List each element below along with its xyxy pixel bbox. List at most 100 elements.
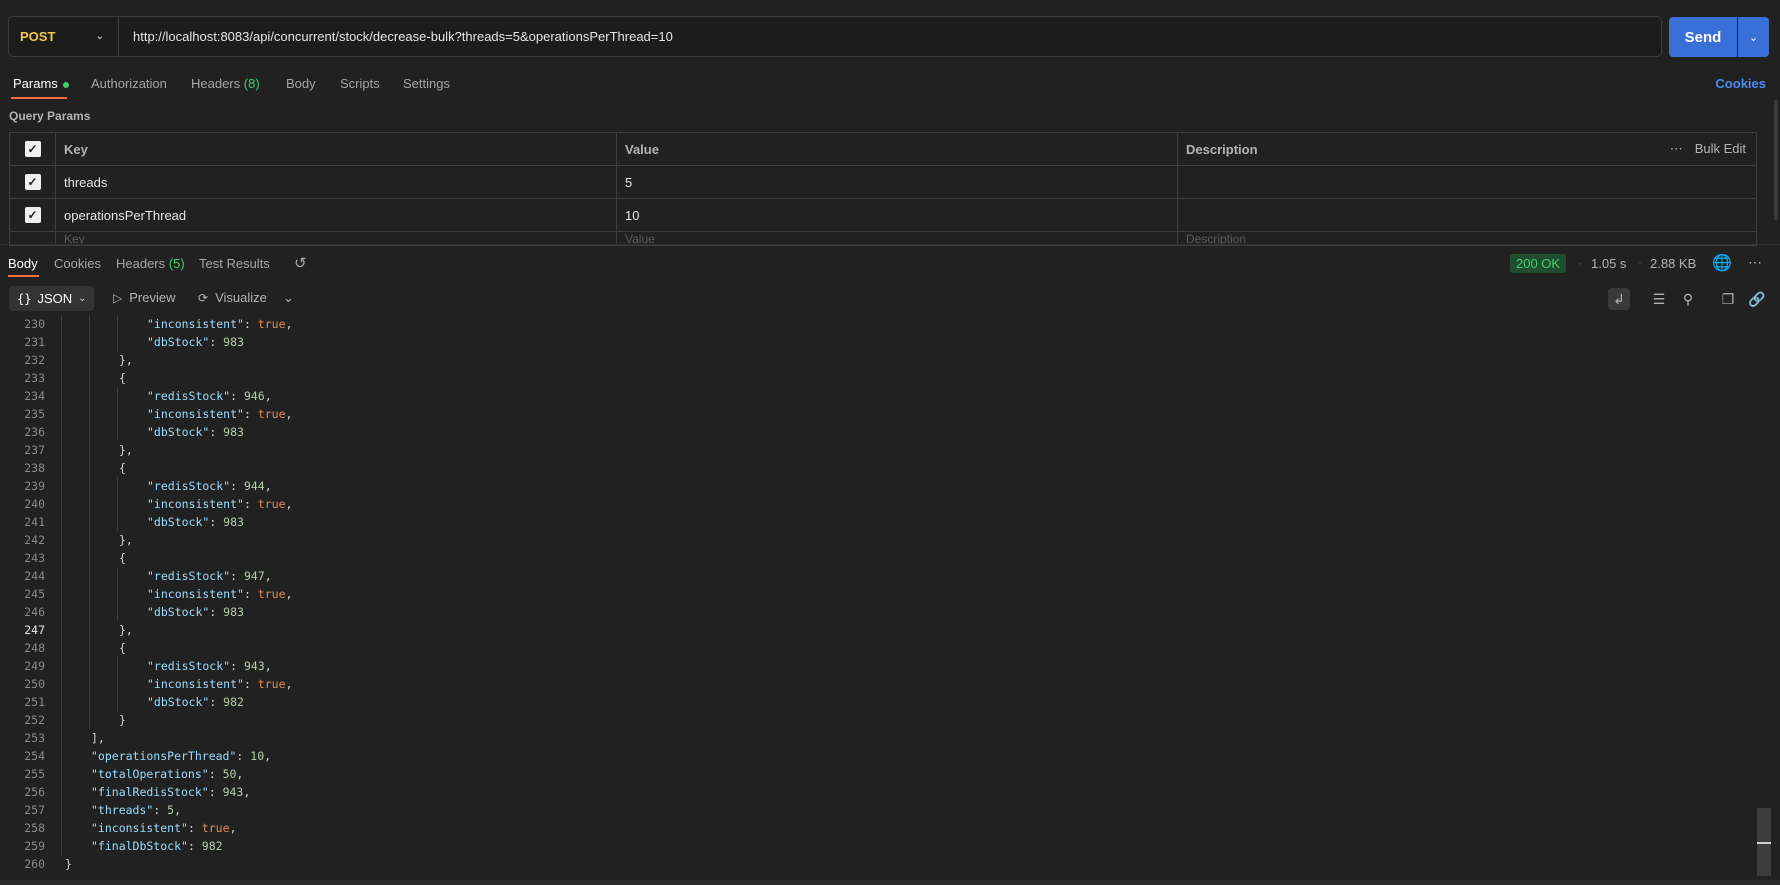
code-text: "inconsistent": true,: [147, 495, 292, 513]
code-token: "inconsistent": [91, 821, 188, 835]
search-icon[interactable]: ⚲: [1677, 288, 1699, 310]
chevron-down-icon: ⌄: [283, 290, 294, 305]
preview-button[interactable]: ▷ Preview: [113, 290, 175, 305]
separator-dot: ·: [1638, 256, 1642, 270]
code-token: ,: [285, 497, 293, 511]
param-value[interactable]: 10: [616, 199, 1177, 231]
code-token: "dbStock": [147, 605, 210, 619]
filter-icon[interactable]: ☰: [1648, 288, 1670, 310]
send-options-button[interactable]: ⌄: [1738, 17, 1769, 57]
code-token: 944: [243, 479, 265, 493]
method-select[interactable]: POST ⌄: [9, 17, 119, 56]
row-checkbox[interactable]: ✓: [24, 174, 41, 190]
more-icon[interactable]: ⋯: [1670, 141, 1683, 156]
tab-headers[interactable]: Headers (8): [191, 76, 260, 91]
tab-response-body[interactable]: Body: [8, 256, 38, 271]
code-line: 231 "dbStock": 983: [0, 333, 1760, 351]
tab-authorization[interactable]: Authorization: [91, 76, 167, 91]
indent-guide: [61, 333, 62, 351]
wrap-lines-icon[interactable]: ↲: [1608, 288, 1630, 310]
bulk-edit-button[interactable]: ⋯ Bulk Edit: [1670, 141, 1746, 157]
response-scrollbar[interactable]: [1757, 315, 1771, 879]
select-all-checkbox[interactable]: ✓: [24, 141, 41, 157]
code-line: 258 "inconsistent": true,: [0, 819, 1760, 837]
param-description[interactable]: [1177, 199, 1757, 231]
code-token: 943: [222, 785, 244, 799]
tab-params[interactable]: Params: [13, 76, 69, 91]
line-number: 230: [24, 317, 45, 331]
response-body-code[interactable]: 230 "inconsistent": true, 231 "dbStock": 98…: [0, 315, 1760, 879]
indent-guide: [61, 531, 62, 549]
line-number: 231: [24, 335, 45, 349]
indent-guide: [61, 639, 62, 657]
value-header: Value: [616, 133, 1177, 165]
globe-icon[interactable]: 🌐: [1712, 253, 1732, 273]
line-number: 241: [24, 515, 45, 529]
visualize-button[interactable]: ⟳ Visualize: [198, 290, 267, 305]
url-input[interactable]: http://localhost:8083/api/concurrent/sto…: [119, 29, 1661, 44]
param-description[interactable]: [1177, 166, 1757, 198]
param-key[interactable]: threads: [55, 166, 616, 198]
status-badge[interactable]: 200 OK: [1510, 254, 1567, 273]
param-key[interactable]: operationsPerThread: [55, 199, 616, 231]
code-token: },: [119, 443, 133, 457]
indent-guide: [117, 693, 118, 711]
param-value[interactable]: 5: [616, 166, 1177, 198]
code-token: "redisStock": [147, 479, 231, 493]
cookies-link[interactable]: Cookies: [1715, 76, 1766, 91]
code-token: ,: [264, 479, 272, 493]
code-token: ,: [229, 821, 237, 835]
scroll-position-marker: [1757, 842, 1771, 844]
link-icon[interactable]: 🔗: [1746, 288, 1768, 310]
params-scrollbar[interactable]: [1774, 100, 1778, 220]
indent-guide: [89, 477, 90, 495]
copy-icon[interactable]: ❐: [1717, 288, 1739, 310]
tab-scripts[interactable]: Scripts: [340, 76, 380, 91]
code-token: 983: [223, 425, 244, 439]
indent-guide: [61, 369, 62, 387]
row-check-cell: ✓: [9, 166, 55, 198]
code-token: :: [236, 749, 251, 763]
bulk-edit-label: Bulk Edit: [1694, 141, 1746, 156]
tab-response-cookies[interactable]: Cookies: [54, 256, 101, 271]
code-token: },: [119, 353, 133, 367]
line-number: 247: [24, 623, 45, 637]
indent-guide: [117, 477, 118, 495]
row-checkbox[interactable]: ✓: [24, 207, 41, 223]
tab-response-headers-label: Headers: [116, 256, 166, 271]
code-token: ,: [285, 317, 293, 331]
indent-guide: [117, 603, 118, 621]
format-select[interactable]: {} JSON ⌄: [9, 286, 94, 311]
code-token: ,: [264, 749, 272, 763]
tab-response-headers[interactable]: Headers (5): [116, 256, 185, 271]
history-icon[interactable]: ↺: [294, 254, 307, 272]
code-line: 238 {: [0, 459, 1760, 477]
tab-test-results[interactable]: Test Results: [199, 256, 270, 271]
indent-guide: [117, 657, 118, 675]
code-token: :: [187, 839, 202, 853]
code-token: 50: [222, 767, 237, 781]
code-token: 943: [243, 659, 265, 673]
separator-dot: ·: [1578, 256, 1582, 270]
indent-guide: [89, 423, 90, 441]
code-text: {: [119, 639, 126, 657]
code-token: {: [119, 461, 126, 475]
response-size[interactable]: 2.88 KB: [1650, 256, 1696, 271]
pane-divider[interactable]: [0, 244, 1780, 245]
line-number: 240: [24, 497, 45, 511]
code-token: "inconsistent": [147, 587, 244, 601]
code-token: ,: [243, 785, 251, 799]
line-number: 239: [24, 479, 45, 493]
send-button[interactable]: Send: [1669, 17, 1737, 57]
visualize-dropdown[interactable]: ⌄: [283, 290, 294, 306]
tab-settings[interactable]: Settings: [403, 76, 450, 91]
indent-guide: [61, 765, 62, 783]
tab-body[interactable]: Body: [286, 76, 316, 91]
more-options-icon[interactable]: ⋯: [1748, 254, 1762, 271]
indent-guide: [89, 333, 90, 351]
code-token: :: [187, 821, 202, 835]
method-label: POST: [20, 29, 56, 44]
code-token: ,: [285, 587, 293, 601]
response-time[interactable]: 1.05 s: [1591, 256, 1626, 271]
code-token: :: [243, 407, 258, 421]
